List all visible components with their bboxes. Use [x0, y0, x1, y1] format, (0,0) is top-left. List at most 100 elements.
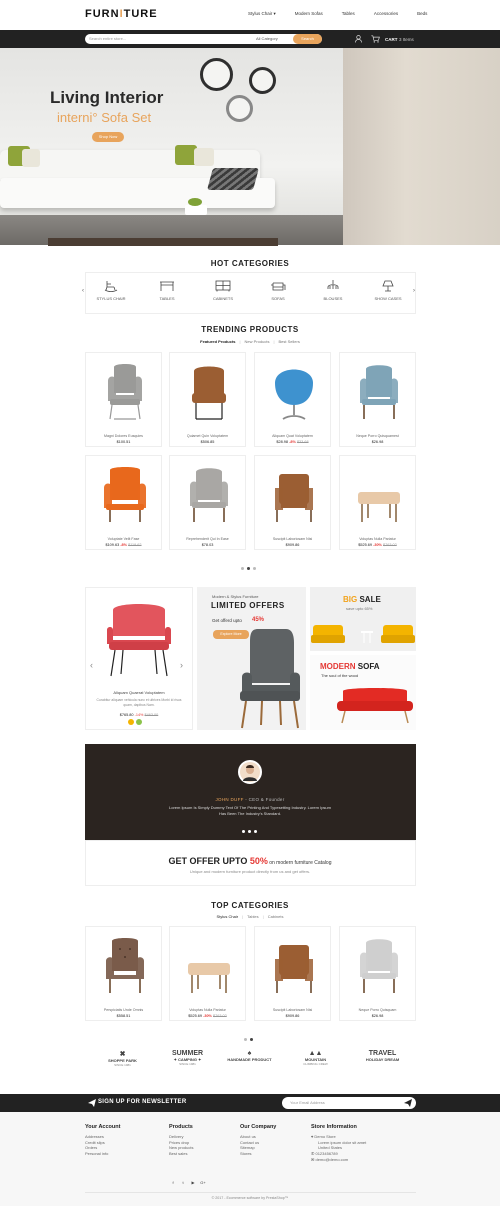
category-tables[interactable]: TABLES	[142, 280, 192, 301]
product-title[interactable]: Suscipit Laboriosam Nisi	[255, 1008, 330, 1012]
send-icon[interactable]	[404, 1099, 412, 1107]
nav-beds[interactable]: Beds	[417, 11, 427, 17]
throw-blanket	[207, 168, 259, 190]
product-title[interactable]: Voluptas Nulla Pariatur	[170, 1008, 245, 1012]
category-stylus-chair[interactable]: STYLUS CHAIR	[86, 280, 136, 301]
footer-heading: Our Company	[240, 1124, 277, 1130]
search-category-select[interactable]: All Category	[256, 36, 278, 41]
site-logo[interactable]: FURNITURE	[85, 8, 158, 20]
footer-link[interactable]: Personal info	[85, 1151, 120, 1157]
main-nav: Stylus Chair ▾ Modern Sofas Tables Acces…	[248, 11, 446, 17]
product-card[interactable]: Aliquam Quat Voluptatem $28.98 -8% $33.6…	[254, 352, 331, 447]
user-icon[interactable]	[355, 35, 362, 43]
product-card[interactable]: Perspiciatis Unde Omnis $558.51	[85, 926, 162, 1021]
brand-logo[interactable]: ♠ HANDMADE PRODUCT	[222, 1050, 277, 1062]
facebook-icon[interactable]: f	[170, 1180, 176, 1186]
product-card[interactable]: Suscipit Laboriosam Nisi $909.86	[254, 455, 331, 550]
cabinet-icon	[215, 280, 231, 292]
chevron-left-icon[interactable]: ‹	[90, 660, 93, 670]
product-image	[275, 474, 313, 522]
author-name: JOHN DUFF	[215, 797, 244, 802]
product-card[interactable]: Magni Dolores Eusquies $100.51	[85, 352, 162, 447]
product-card[interactable]: Voluptas Nulla Pariatur $525.69 -30% $76…	[169, 926, 246, 1021]
product-card[interactable]: Quiamet Quin Voluptatem $506.85	[169, 352, 246, 447]
featured-product-title[interactable]: Aliquam Quaerat Voluptatem	[85, 690, 193, 695]
product-card[interactable]: Reprehenderit Qui In Ease $78.03	[169, 455, 246, 550]
cart-icon[interactable]	[371, 35, 380, 43]
youtube-icon[interactable]: ▶	[190, 1180, 196, 1186]
tab-new-products[interactable]: New Products	[245, 339, 270, 344]
twitter-icon[interactable]: t	[180, 1180, 186, 1186]
brand-logo[interactable]: ▲▲ MOUNTAIN CLIMBING CREW	[288, 1050, 343, 1066]
product-title[interactable]: Aliquam Quat Voluptatem	[255, 434, 330, 438]
category-cabinets[interactable]: CABINETS	[198, 280, 248, 301]
color-swatch[interactable]	[128, 719, 134, 725]
product-title[interactable]: Reprehenderit Qui In Ease	[170, 537, 245, 541]
nav-accessories[interactable]: Accessories	[374, 11, 398, 17]
price-current: $78.03	[201, 543, 214, 547]
footer-link[interactable]: Stores	[240, 1151, 276, 1157]
top-categories-pagination[interactable]	[244, 1038, 253, 1041]
footer-link[interactable]: Best sales	[169, 1151, 193, 1157]
tab-best-sellers[interactable]: Best Sellers	[279, 339, 300, 344]
category-label: CABINETS	[212, 296, 233, 301]
brand-mark: ▲▲	[308, 1050, 323, 1057]
cart-label[interactable]: CART	[385, 37, 398, 42]
product-title[interactable]: Suscipit Laboriosam Nisi	[255, 537, 330, 541]
store-phone[interactable]: 0123456789	[315, 1151, 337, 1156]
product-card[interactable]: Neque Porro Quisquamest $26.98	[339, 352, 416, 447]
product-title[interactable]: Neque Porro Quisquamest	[340, 434, 415, 438]
search-button[interactable]: Search	[293, 34, 322, 44]
cart-count[interactable]: 3 Items	[399, 37, 414, 42]
product-title[interactable]: Quiamet Quin Voluptatem	[170, 434, 245, 438]
tab-featured-products[interactable]: Featured Products	[200, 339, 235, 344]
color-swatch[interactable]	[136, 719, 142, 725]
trending-pagination[interactable]	[241, 567, 256, 570]
category-show-cases[interactable]: SHOW CASES	[363, 280, 413, 301]
tab-cabinets[interactable]: Cabinets	[268, 914, 284, 919]
product-title[interactable]: Voluptas Nulla Pariatur	[340, 537, 415, 541]
chevron-right-icon[interactable]: ›	[413, 288, 415, 294]
category-blouses[interactable]: BLOUSES	[308, 280, 358, 301]
tab-tables[interactable]: Tables	[247, 914, 259, 919]
nav-tables[interactable]: Tables	[342, 11, 355, 17]
shop-now-button[interactable]: Shop Now	[92, 132, 124, 142]
nav-stylus-chair[interactable]: Stylus Chair ▾	[248, 11, 276, 17]
newsletter-placeholder: Your Email Address	[290, 1100, 325, 1105]
offer-upto-text: Get offerd upto	[212, 618, 242, 623]
price-discount: -14%	[134, 713, 144, 717]
price-old: $463.00	[144, 713, 159, 717]
chevron-left-icon[interactable]: ‹	[82, 288, 84, 294]
paper-plane-icon	[88, 1099, 96, 1107]
product-title[interactable]: Perspiciatis Unde Omnis	[86, 1008, 161, 1012]
category-sofas[interactable]: SOFAS	[253, 280, 303, 301]
product-price: $506.85	[170, 440, 245, 444]
product-title[interactable]: Magni Dolores Eusquies	[86, 434, 161, 438]
search-placeholder: Search entire store...	[89, 36, 127, 41]
product-price: $525.69 -30% $763.02	[170, 1014, 245, 1018]
product-card[interactable]: Suscipit Laboriosam Nisi $909.86	[254, 926, 331, 1021]
brand-logo[interactable]: SUMMER ✦ CAMPING ✦ SINCE 1981	[160, 1050, 215, 1066]
brand-logo[interactable]: ✖ SHOPPE PARK SINCE 1981	[95, 1050, 150, 1067]
product-card[interactable]: Voluptate Velit Fase $109.63 -8% $119.62	[85, 455, 162, 550]
product-title[interactable]: Neque Porro Quisquam	[340, 1008, 415, 1012]
product-card[interactable]: Neque Porro Quisquam $26.98	[339, 926, 416, 1021]
nav-modern-sofas[interactable]: Modern Sofas	[295, 11, 323, 17]
brand-tagline: SINCE 1981	[179, 1062, 196, 1066]
product-title[interactable]: Voluptate Velit Fase	[86, 537, 161, 541]
google-plus-icon[interactable]: G+	[200, 1180, 206, 1186]
big-sale-sub: save upto 65%	[346, 606, 373, 611]
store-email[interactable]: demo@demo.com	[315, 1157, 348, 1162]
category-label: SHOW CASES	[374, 296, 402, 301]
product-card[interactable]: Voluptas Nulla Pariatur $525.69 -30% $76…	[339, 455, 416, 550]
price-old: $763.02	[213, 1014, 227, 1018]
testimonial-pagination[interactable]	[242, 830, 257, 833]
chevron-right-icon[interactable]: ›	[180, 660, 183, 670]
product-price: $109.63 -8% $119.62	[86, 543, 161, 547]
offer-post: on modern furniture Catalog	[267, 860, 332, 866]
newsletter-label: SIGN UP FOR NEWSLETTER	[98, 1099, 187, 1105]
modern-word: MODERN	[320, 662, 356, 671]
brand-logo[interactable]: TRAVEL HOLIDAY DREAM	[355, 1050, 410, 1062]
tab-stylus-chair[interactable]: Stylus Chair	[216, 914, 238, 919]
catalog-offer-sub: Unique and modern furniture product dire…	[189, 869, 311, 874]
